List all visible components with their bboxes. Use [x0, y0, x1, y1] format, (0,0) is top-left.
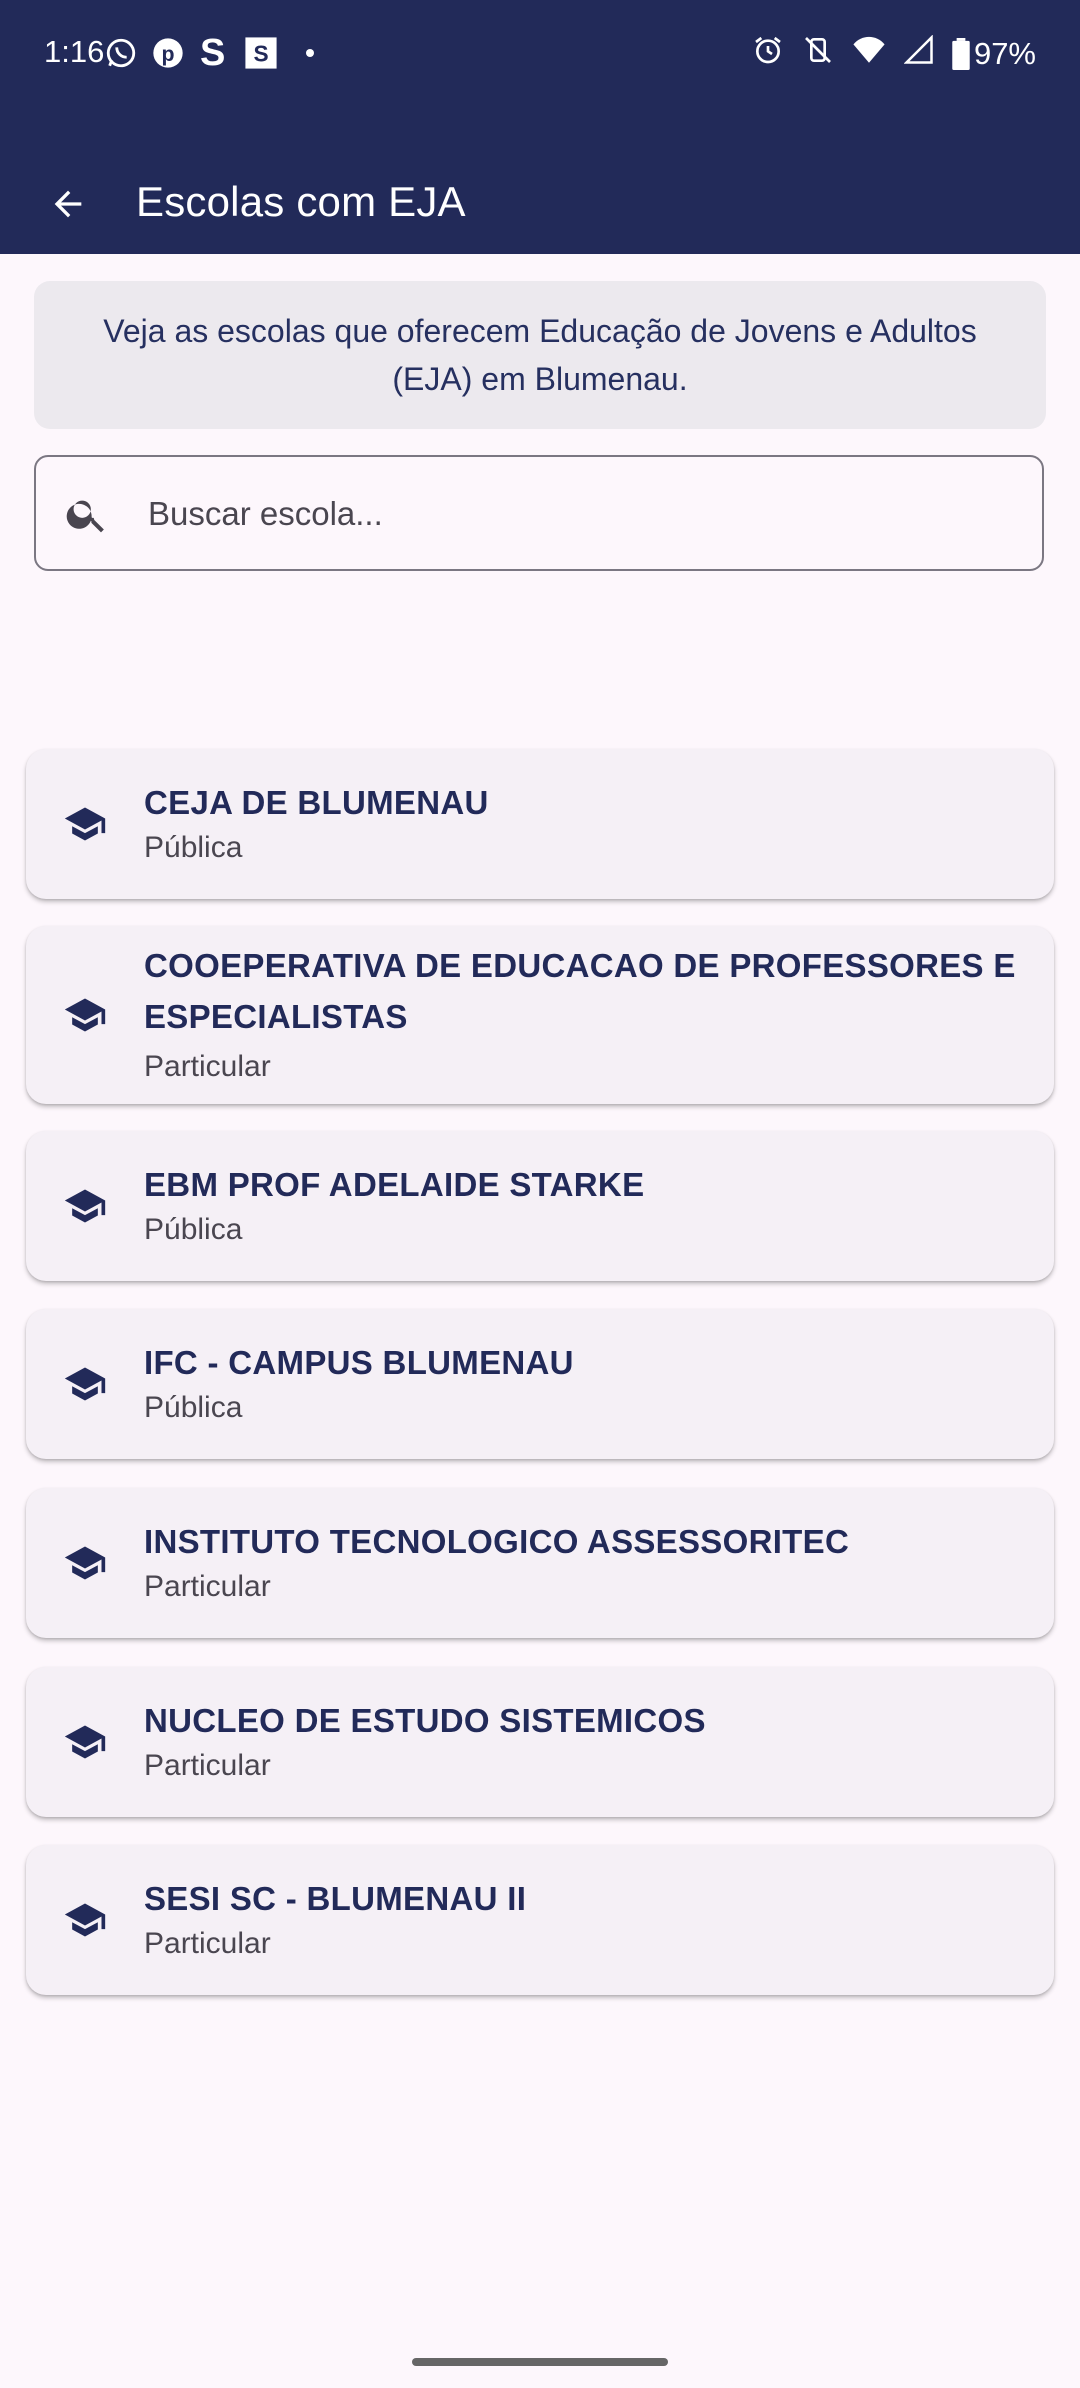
page-title: Escolas com EJA: [136, 178, 466, 225]
info-text: Veja as escolas que oferecem Educação de…: [103, 313, 977, 397]
graduation-cap-icon: [64, 1546, 106, 1580]
status-time: 1:16: [44, 34, 105, 69]
toolbar: Escolas com EJA: [0, 150, 1080, 254]
app-bar: 1:16 p S S 97% Escolas com EJA: [0, 0, 1080, 254]
dot-icon: [304, 36, 316, 70]
school-name: CEJA DE BLUMENAU: [144, 784, 489, 821]
school-card[interactable]: IFC - CAMPUS BLUMENAU Pública: [26, 1309, 1054, 1459]
school-name: NUCLEO DE ESTUDO SISTEMICOS: [144, 1702, 706, 1739]
svg-text:p: p: [161, 42, 174, 66]
graduation-cap-icon: [64, 1903, 106, 1937]
school-type: Pública: [144, 1391, 243, 1424]
s-icon: S: [200, 31, 226, 74]
signal-icon: [903, 34, 934, 73]
graduation-cap-icon: [64, 807, 106, 841]
school-type: Particular: [144, 1570, 271, 1603]
school-card[interactable]: SESI SC - BLUMENAU II Particular: [26, 1845, 1054, 1995]
battery-icon: 97%: [952, 36, 1036, 72]
school-type: Pública: [144, 831, 243, 864]
school-name: SESI SC - BLUMENAU II: [144, 1880, 527, 1917]
school-name: IFC - CAMPUS BLUMENAU: [144, 1344, 574, 1381]
alarm-icon: [752, 34, 784, 74]
battery-percent: 97%: [973, 36, 1036, 71]
school-card[interactable]: COOEPERATIVA DE EDUCACAO DE PROFESSORES …: [26, 926, 1054, 1104]
search-icon: [66, 500, 104, 533]
pinterest-icon: p: [152, 36, 184, 70]
vibrate-off-icon: [802, 34, 834, 74]
school-card[interactable]: EBM PROF ADELAIDE STARKE Pública: [26, 1131, 1054, 1281]
graduation-cap-icon: [64, 1725, 106, 1759]
svg-text:S: S: [253, 41, 268, 67]
graduation-cap-icon: [64, 1367, 106, 1401]
graduation-cap-icon: [64, 1189, 106, 1223]
arrow-left-icon: [54, 190, 82, 218]
school-type: Pública: [144, 1213, 243, 1246]
school-card[interactable]: CEJA DE BLUMENAU Pública: [26, 749, 1054, 899]
wifi-icon: [852, 35, 886, 73]
search-input[interactable]: [146, 483, 1010, 545]
school-type: Particular: [144, 1749, 271, 1782]
school-name: EBM PROF ADELAIDE STARKE: [144, 1166, 645, 1203]
gesture-bar[interactable]: [412, 2358, 668, 2366]
school-type: Particular: [144, 1050, 271, 1083]
whatsapp-icon: [104, 36, 138, 70]
back-button[interactable]: [40, 176, 96, 232]
graduation-cap-icon: [64, 998, 106, 1032]
s-box-icon: S: [244, 36, 278, 70]
school-name: COOEPERATIVA DE EDUCACAO DE PROFESSORES …: [144, 947, 1016, 1035]
info-banner: Veja as escolas que oferecem Educação de…: [34, 281, 1046, 429]
status-right: 97%: [752, 34, 1036, 74]
school-card[interactable]: NUCLEO DE ESTUDO SISTEMICOS Particular: [26, 1667, 1054, 1817]
status-bar: 1:16 p S S 97%: [0, 0, 1080, 110]
search-box[interactable]: [34, 455, 1044, 571]
school-type: Particular: [144, 1927, 271, 1960]
school-name: INSTITUTO TECNOLOGICO ASSESSORITEC: [144, 1523, 850, 1560]
school-card[interactable]: INSTITUTO TECNOLOGICO ASSESSORITEC Parti…: [26, 1488, 1054, 1638]
